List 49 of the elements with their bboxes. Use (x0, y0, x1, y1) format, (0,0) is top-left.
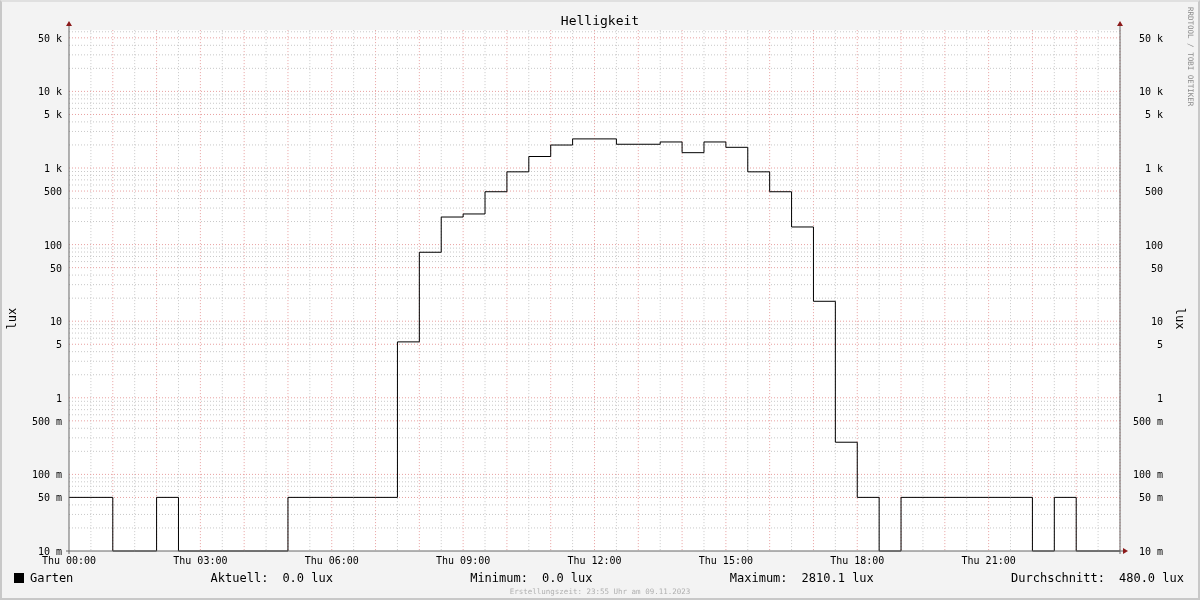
y-tick-label: 100 (43, 239, 62, 251)
legend-swatch (14, 573, 24, 583)
y-axis-label: lux (5, 307, 19, 330)
y-tick-label: 500 (1144, 186, 1163, 198)
y-tick-label: 5 k (1144, 109, 1163, 121)
y-tick-label: 1 (55, 392, 62, 404)
y-tick-label: 5 k (43, 109, 62, 121)
y-tick-label: 50 k (37, 32, 62, 44)
y-tick-label: 10 k (37, 86, 62, 98)
y-tick-label: 5 (1156, 339, 1163, 351)
y-tick-label: 100 (1144, 239, 1163, 251)
y-tick-label: 50 (1150, 262, 1163, 274)
y-tick-label: 5 (55, 339, 62, 351)
x-tick-label: Thu 09:00 (436, 555, 491, 566)
y-tick-label: 50 k (1138, 32, 1163, 44)
stat-value: 0.0 lux (541, 571, 593, 585)
y-tick-label: 10 m (1138, 546, 1163, 557)
y-tick-label: 1 (1156, 392, 1163, 404)
legend-label: Garten (30, 571, 74, 585)
stat-label: Minimum: (470, 571, 528, 585)
y-tick-label: 500 m (31, 415, 62, 427)
stat-label: Durchschnitt: (1011, 571, 1105, 585)
y-tick-label: 1 k (43, 163, 62, 174)
y-tick-label: 10 (1150, 316, 1163, 328)
chart-title: Helligkeit (560, 13, 640, 28)
y-tick-label: 10 (49, 316, 62, 328)
stat-value: 0.0 lux (282, 571, 333, 585)
x-tick-label: Thu 06:00 (304, 555, 359, 566)
y-tick-label: 500 m (1132, 415, 1163, 427)
y-tick-label: 50 m (37, 492, 62, 504)
x-tick-label: Thu 03:00 (173, 555, 228, 566)
y-tick-label: 100 m (1132, 469, 1163, 481)
y-tick-label: 10 m (37, 546, 62, 557)
y-tick-label: 10 k (1138, 86, 1163, 98)
y-tick-label: 50 (49, 262, 62, 274)
y-tick-label: 100 m (31, 469, 62, 481)
stat-value: 2810.1 lux (801, 571, 874, 585)
stat-label: Maximum: (729, 571, 788, 585)
stat-value: 480.0 lux (1118, 571, 1184, 585)
x-tick-label: Thu 15:00 (698, 555, 753, 566)
y-tick-label: 1 k (1144, 163, 1163, 174)
x-tick-label: Thu 00:00 (41, 555, 97, 566)
x-tick-label: Thu 12:00 (567, 555, 622, 566)
x-tick-label: Thu 21:00 (961, 555, 1016, 566)
stat-label: Aktuell: (210, 571, 269, 585)
y-axis-label: lux (1173, 307, 1187, 330)
x-tick-label: Thu 18:00 (830, 555, 885, 566)
y-tick-label: 50 m (1138, 492, 1163, 504)
y-tick-label: 500 (43, 186, 62, 198)
